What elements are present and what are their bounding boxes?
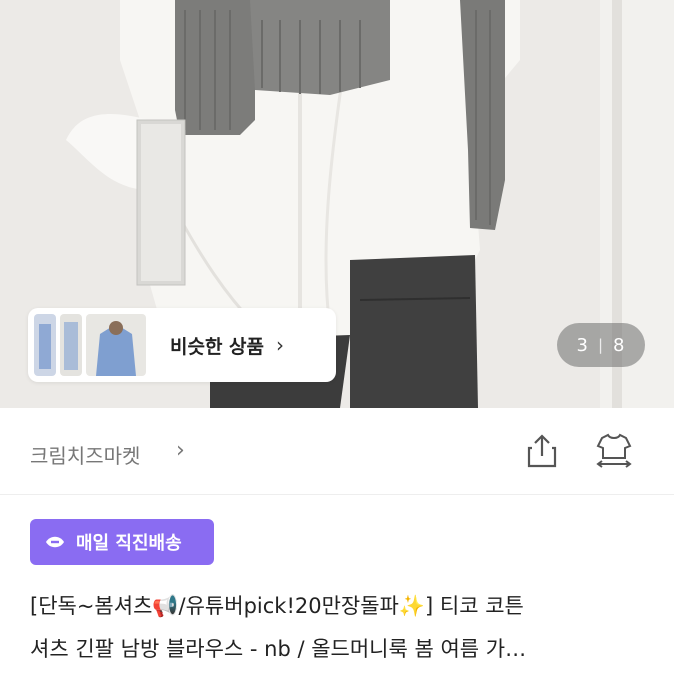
image-counter-current: 3	[576, 334, 589, 356]
section-divider	[0, 494, 674, 495]
share-icon[interactable]	[524, 432, 560, 470]
similar-thumb-2	[60, 314, 82, 376]
daily-direct-delivery-badge: 매일 직진배송	[30, 519, 214, 565]
similar-thumb-3	[86, 314, 146, 376]
similar-products-card[interactable]: 비슷한 상품 ›	[28, 308, 336, 382]
seller-name-link[interactable]: 크림치즈마켓	[30, 440, 140, 469]
seller-row: 크림치즈마켓 ›	[0, 408, 674, 494]
image-counter-separator: |	[597, 336, 605, 354]
product-title-line-2: 셔츠 긴팔 남방 블라우스 - nb / 올드머니룩 봄 여름 가…	[30, 637, 527, 661]
image-counter: 3 | 8	[557, 323, 645, 367]
compare-icon[interactable]	[592, 432, 636, 470]
image-counter-total: 8	[613, 334, 626, 356]
similar-thumb-1	[34, 314, 56, 376]
similar-thumbnails	[34, 314, 146, 376]
similar-products-label: 비슷한 상품	[170, 335, 265, 358]
chevron-right-icon[interactable]: ›	[176, 438, 185, 463]
badge-label: 매일 직진배송	[76, 533, 182, 554]
delivery-arrow-icon	[46, 536, 64, 548]
product-title-line-1: [단독~봄셔츠📢/유튜버pick!20만장돌파✨] 티코 코튼	[30, 594, 524, 618]
product-title: [단독~봄셔츠📢/유튜버pick!20만장돌파✨] 티코 코튼 셔츠 긴팔 남방…	[30, 585, 650, 671]
chevron-right-icon: ›	[276, 333, 285, 357]
